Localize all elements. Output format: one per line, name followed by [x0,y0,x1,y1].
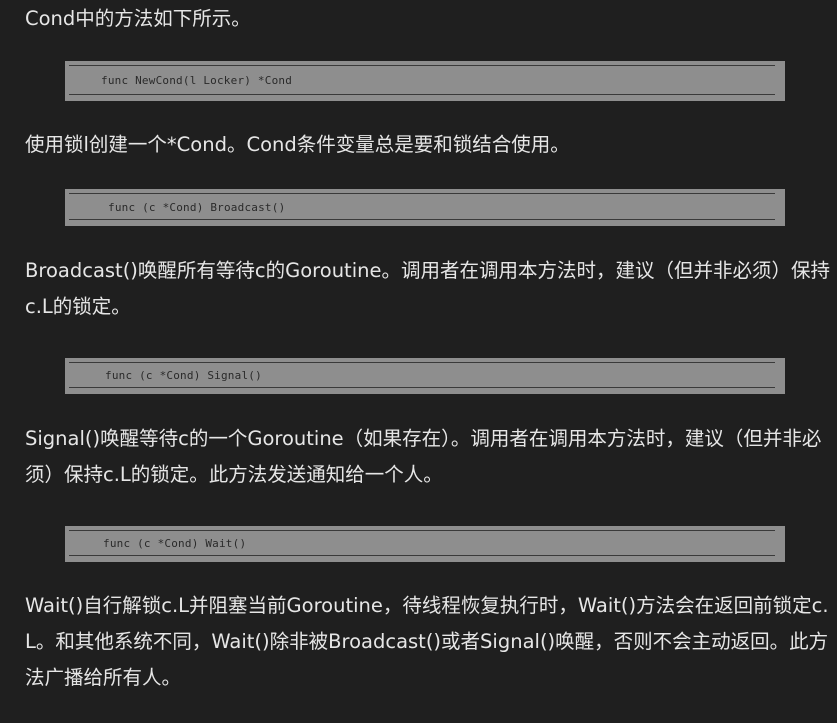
code-line: func (c *Cond) Broadcast() [108,200,286,214]
description-signal: Signal()唤醒等待c的一个Goroutine（如果存在）。调用者在调用本方… [25,427,822,486]
code-block-newcond: func NewCond(l Locker) *Cond [65,61,785,101]
intro-text: Cond中的方法如下所示。 [25,7,251,30]
code-line: func (c *Cond) Wait() [103,537,247,551]
code-line: func NewCond(l Locker) *Cond [101,74,293,88]
description-broadcast: Broadcast()唤醒所有等待c的Goroutine。调用者在调用本方法时，… [25,259,830,318]
description-newcond: 使用锁l创建一个*Cond。Cond条件变量总是要和锁结合使用。 [25,133,570,156]
description-wait: Wait()自行解锁c.L并阻塞当前Goroutine，待线程恢复执行时，Wai… [25,594,829,689]
code-block-signal: func (c *Cond) Signal() [65,358,785,394]
code-line: func (c *Cond) Signal() [105,369,262,383]
code-block-wait: func (c *Cond) Wait() [65,526,785,562]
code-block-broadcast: func (c *Cond) Broadcast() [65,189,785,226]
